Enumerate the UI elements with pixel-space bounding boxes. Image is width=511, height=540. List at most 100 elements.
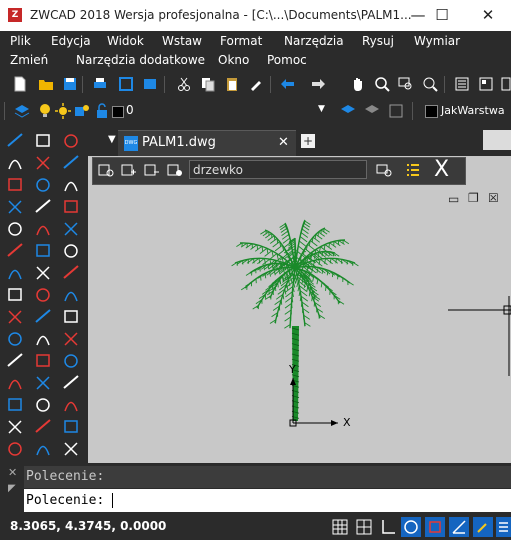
tool-icons-group[interactable]	[0, 124, 88, 464]
viewport-minimize-icon[interactable]: ▭	[448, 192, 459, 206]
menu-edycja[interactable]: Edycja	[51, 34, 91, 48]
menu-okno[interactable]: Okno	[218, 53, 249, 67]
menu-rysuj[interactable]: Rysuj	[362, 34, 394, 48]
zoom-window-icon[interactable]	[398, 76, 414, 92]
blend-tool-icon[interactable]	[64, 332, 78, 346]
insert-block-tool-icon[interactable]	[8, 379, 22, 390]
osnap-toggle-icon[interactable]	[425, 517, 445, 537]
menu-narzedzia-dodatkowe[interactable]: Narzędzia dodatkowe	[76, 53, 205, 67]
xline-tool-icon[interactable]	[8, 159, 22, 170]
rectangle-tool-icon[interactable]	[8, 222, 22, 236]
wipeout-tool-icon[interactable]	[64, 401, 78, 412]
scale-tool-icon[interactable]	[36, 288, 50, 302]
extra-tool-icon[interactable]	[64, 442, 78, 456]
color-control-label[interactable]: JakWarstwa	[441, 104, 505, 117]
polar-toggle-icon[interactable]	[401, 517, 421, 537]
layer-vp-freeze-icon[interactable]	[74, 103, 90, 119]
explode-tool-icon[interactable]	[63, 375, 79, 389]
copy-icon[interactable]	[200, 76, 216, 92]
layer-thaw-sun-icon[interactable]	[55, 103, 71, 119]
command-input[interactable]: Polecenie:	[24, 489, 511, 512]
make-object-layer-current-icon[interactable]	[340, 103, 356, 119]
polygon-tool-icon[interactable]	[8, 200, 22, 214]
array-tool-icon[interactable]	[36, 225, 50, 236]
layer-unlock-icon[interactable]	[94, 103, 110, 119]
new-file-icon[interactable]	[12, 76, 28, 92]
ray-tool-icon[interactable]	[63, 155, 79, 169]
viewport-restore-icon[interactable]: ❐	[468, 191, 479, 205]
undo-icon[interactable]	[280, 76, 296, 92]
ellipse-arc-tool-icon[interactable]	[7, 353, 23, 367]
layer-manager-icon[interactable]	[14, 103, 30, 119]
trim-break-tool-icon[interactable]	[36, 354, 50, 367]
tool-palettes-icon[interactable]	[500, 76, 511, 92]
close-tab-icon[interactable]: ✕	[278, 135, 289, 150]
point-tool-icon[interactable]	[8, 420, 22, 434]
zoom-realtime-icon[interactable]	[374, 76, 390, 92]
add-to-block-icon[interactable]	[121, 162, 137, 178]
divide-tool-icon[interactable]	[35, 419, 51, 433]
break-tool-icon[interactable]	[64, 222, 78, 236]
paste-icon[interactable]	[224, 76, 240, 92]
menu-wstaw[interactable]: Wstaw	[162, 34, 202, 48]
match-properties-icon[interactable]	[248, 76, 264, 92]
menu-narzedzia[interactable]: Narzędzia	[284, 34, 344, 48]
open-folder-icon[interactable]	[38, 76, 54, 92]
redo-icon[interactable]	[310, 76, 326, 92]
command-close-icon[interactable]: ✕	[8, 466, 17, 479]
menu-plik[interactable]: Plik	[10, 34, 31, 48]
zwcad-app-icon[interactable]: Z	[8, 8, 22, 22]
menu-wymiar[interactable]: Wymiar	[414, 34, 460, 48]
save-icon[interactable]	[62, 76, 78, 92]
polyline-tool-icon[interactable]	[8, 178, 22, 191]
extend-tool-icon[interactable]	[64, 181, 78, 192]
line-tool-icon[interactable]	[7, 133, 23, 147]
maximize-button[interactable]: ☐	[419, 0, 465, 31]
boundary-tool-icon[interactable]	[36, 398, 50, 412]
viewport-close-icon[interactable]: ☒	[488, 191, 499, 205]
command-config-icon[interactable]: ◤	[8, 483, 16, 494]
make-block-tool-icon[interactable]	[8, 398, 22, 411]
save-block-icon[interactable]	[167, 162, 183, 178]
grid-toggle-icon[interactable]	[330, 517, 350, 537]
publish-icon[interactable]	[142, 76, 158, 92]
remove-from-block-icon[interactable]	[144, 162, 160, 178]
rotate-tool-icon[interactable]	[36, 266, 50, 280]
lineweight-toggle-icon[interactable]	[496, 517, 511, 537]
fillet-tool-icon[interactable]	[64, 310, 78, 323]
chamfer-tool-icon[interactable]	[64, 291, 78, 302]
block-properties-icon[interactable]	[376, 162, 392, 178]
trim-tool-icon[interactable]	[64, 200, 78, 213]
close-block-editor-button[interactable]: X	[434, 157, 449, 182]
design-center-icon[interactable]	[478, 76, 494, 92]
print-preview-icon[interactable]	[118, 76, 134, 92]
stretch-tool-icon[interactable]	[35, 309, 51, 323]
move-tool-icon[interactable]	[36, 244, 50, 257]
mirror-tool-icon[interactable]	[36, 178, 50, 192]
circle-tool-icon[interactable]	[8, 269, 22, 280]
erase-tool-icon[interactable]	[36, 134, 50, 147]
lengthen-tool-icon[interactable]	[36, 335, 50, 346]
dynamic-input-icon[interactable]	[473, 517, 493, 537]
dimension-tool-icon[interactable]	[64, 134, 78, 148]
print-icon[interactable]	[92, 76, 108, 92]
arc-tool-icon[interactable]	[7, 243, 23, 257]
tabs-menu-arrow[interactable]: ▼	[108, 134, 116, 145]
layer-dropdown-arrow[interactable]: ▼	[318, 104, 325, 114]
hatch-tool-icon[interactable]	[8, 442, 22, 456]
close-window-button[interactable]: ✕	[465, 0, 511, 31]
cut-icon[interactable]	[176, 76, 192, 92]
layer-states-icon[interactable]	[388, 103, 404, 119]
region-tool-icon[interactable]	[36, 376, 50, 390]
snap-toggle-icon[interactable]	[354, 517, 374, 537]
break-at-point-icon[interactable]	[64, 244, 78, 258]
current-layer-name[interactable]: 0	[126, 103, 134, 117]
menu-widok[interactable]: Widok	[107, 34, 144, 48]
otrack-toggle-icon[interactable]	[449, 517, 469, 537]
copy-tool-icon[interactable]	[36, 156, 50, 170]
join-tool-icon[interactable]	[63, 265, 79, 279]
edit-block-icon[interactable]	[98, 162, 114, 178]
marker-tool-icon[interactable]	[64, 420, 78, 433]
properties-icon[interactable]	[454, 76, 470, 92]
pan-hand-icon[interactable]	[350, 76, 366, 92]
